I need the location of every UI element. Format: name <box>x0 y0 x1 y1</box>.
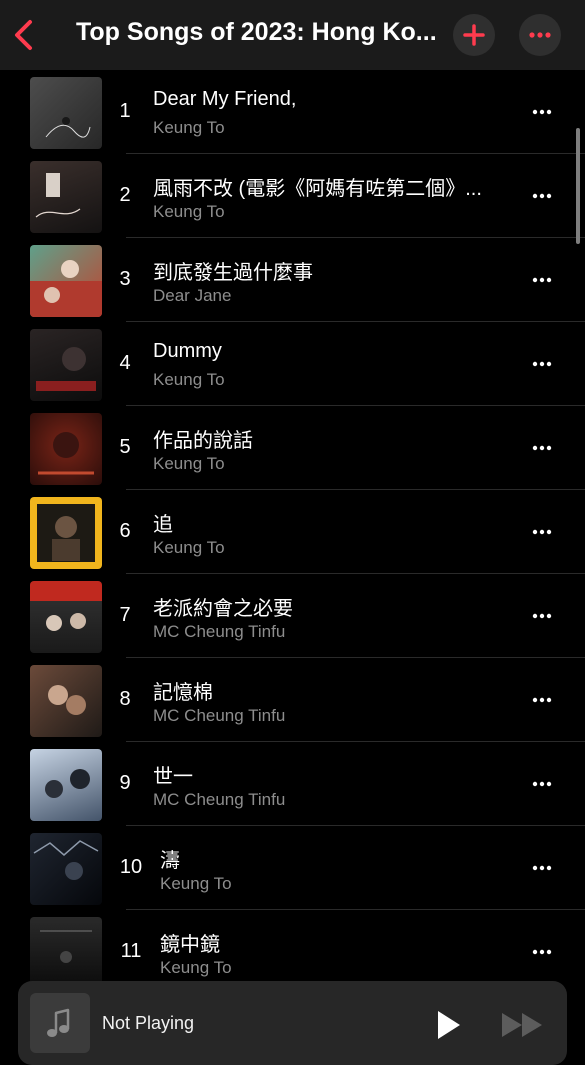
song-more-button[interactable] <box>528 768 558 798</box>
song-row[interactable]: 5 作品的說話 Keung To <box>0 406 585 490</box>
album-artwork <box>30 329 102 401</box>
track-rank: 3 <box>119 268 131 290</box>
scrollbar[interactable] <box>576 128 580 244</box>
track-rank: 1 <box>119 100 131 122</box>
song-more-button[interactable] <box>528 600 558 630</box>
song-row[interactable]: 1 Dear My Friend, Keung To <box>0 70 585 154</box>
track-rank: 2 <box>119 184 131 206</box>
album-artwork <box>30 833 102 905</box>
song-artist: Keung To <box>160 874 232 893</box>
song-more-button[interactable] <box>528 936 558 966</box>
album-artwork <box>30 161 102 233</box>
song-row[interactable]: 2 風雨不改 (電影《阿媽有咗第二個》... Keung To <box>0 154 585 238</box>
ellipsis-icon <box>532 949 552 955</box>
ellipsis-icon <box>532 865 552 871</box>
song-title: 到底發生過什麼事 <box>153 262 313 284</box>
song-artist: Keung To <box>160 958 232 977</box>
song-row[interactable]: 10 濤 Keung To <box>0 826 585 910</box>
song-row[interactable]: 6 追 Keung To <box>0 490 585 574</box>
song-artist: Dear Jane <box>153 286 232 305</box>
album-artwork <box>30 749 102 821</box>
song-title: 記憶棉 <box>153 682 213 704</box>
ellipsis-icon <box>532 529 552 535</box>
track-rank: 4 <box>119 352 131 374</box>
song-title: Dummy <box>153 340 222 362</box>
back-button[interactable] <box>6 14 42 56</box>
song-row[interactable]: 3 到底發生過什麼事 Dear Jane <box>0 238 585 322</box>
song-artist: MC Cheung Tinfu <box>153 706 286 725</box>
play-icon <box>438 1011 460 1039</box>
song-title: 鏡中鏡 <box>160 934 220 956</box>
track-rank: 5 <box>119 436 131 458</box>
album-artwork <box>30 77 102 149</box>
song-row[interactable]: 4 Dummy Keung To <box>0 322 585 406</box>
ellipsis-icon <box>532 613 552 619</box>
song-more-button[interactable] <box>528 180 558 210</box>
song-title: 濤 <box>160 850 180 872</box>
music-note-icon <box>47 1008 70 1037</box>
now-playing-title: Not Playing <box>102 1013 195 1033</box>
album-artwork <box>30 245 102 317</box>
track-rank: 9 <box>119 772 131 794</box>
song-title: 追 <box>153 514 173 536</box>
track-rank: 11 <box>120 940 142 962</box>
plus-icon <box>463 24 485 46</box>
ellipsis-icon <box>532 109 552 115</box>
song-row[interactable]: 9 世一 MC Cheung Tinfu <box>0 742 585 826</box>
song-more-button[interactable] <box>528 684 558 714</box>
song-artist: Keung To <box>153 370 225 389</box>
fast-forward-button[interactable] <box>500 1005 546 1045</box>
song-title: 老派約會之必要 <box>153 598 293 620</box>
album-artwork <box>30 413 102 485</box>
play-button[interactable] <box>426 1005 466 1045</box>
mini-player[interactable]: Not Playing <box>18 981 567 1065</box>
ellipsis-icon <box>532 781 552 787</box>
song-more-button[interactable] <box>528 516 558 546</box>
chevron-left-icon <box>15 20 32 50</box>
ellipsis-icon <box>532 277 552 283</box>
song-artist: Keung To <box>153 118 225 137</box>
song-title: Dear My Friend, <box>153 88 297 110</box>
song-more-button[interactable] <box>528 432 558 462</box>
song-title: 作品的說話 <box>153 430 253 452</box>
more-options-button[interactable] <box>519 14 561 56</box>
song-title: 世一 <box>153 766 193 788</box>
song-more-button[interactable] <box>528 96 558 126</box>
track-rank: 6 <box>119 520 131 542</box>
track-rank: 10 <box>119 856 143 878</box>
song-more-button[interactable] <box>528 852 558 882</box>
album-artwork <box>30 917 102 989</box>
ellipsis-icon <box>532 697 552 703</box>
song-row[interactable]: 8 記憶棉 MC Cheung Tinfu <box>0 658 585 742</box>
add-button[interactable] <box>453 14 495 56</box>
ellipsis-icon <box>532 445 552 451</box>
album-artwork <box>30 497 102 569</box>
song-artist: Keung To <box>153 202 225 221</box>
song-artist: Keung To <box>153 454 225 473</box>
song-more-button[interactable] <box>528 264 558 294</box>
track-rank: 8 <box>119 688 131 710</box>
ellipsis-icon <box>532 193 552 199</box>
fast-forward-icon <box>502 1013 542 1037</box>
track-rank: 7 <box>119 604 131 626</box>
song-artist: Keung To <box>153 538 225 557</box>
song-more-button[interactable] <box>528 348 558 378</box>
ellipsis-icon <box>529 32 551 38</box>
navigation-header: Top Songs of 2023: Hong Ko... <box>0 0 585 70</box>
song-title: 風雨不改 (電影《阿媽有咗第二個》... <box>153 178 482 200</box>
ellipsis-icon <box>532 361 552 367</box>
playlist-title: Top Songs of 2023: Hong Ko... <box>76 18 437 46</box>
song-artist: MC Cheung Tinfu <box>153 790 286 809</box>
song-artist: MC Cheung Tinfu <box>153 622 286 641</box>
song-row[interactable]: 7 老派約會之必要 MC Cheung Tinfu <box>0 574 585 658</box>
album-artwork <box>30 581 102 653</box>
album-artwork <box>30 665 102 737</box>
mini-player-artwork <box>30 993 90 1053</box>
